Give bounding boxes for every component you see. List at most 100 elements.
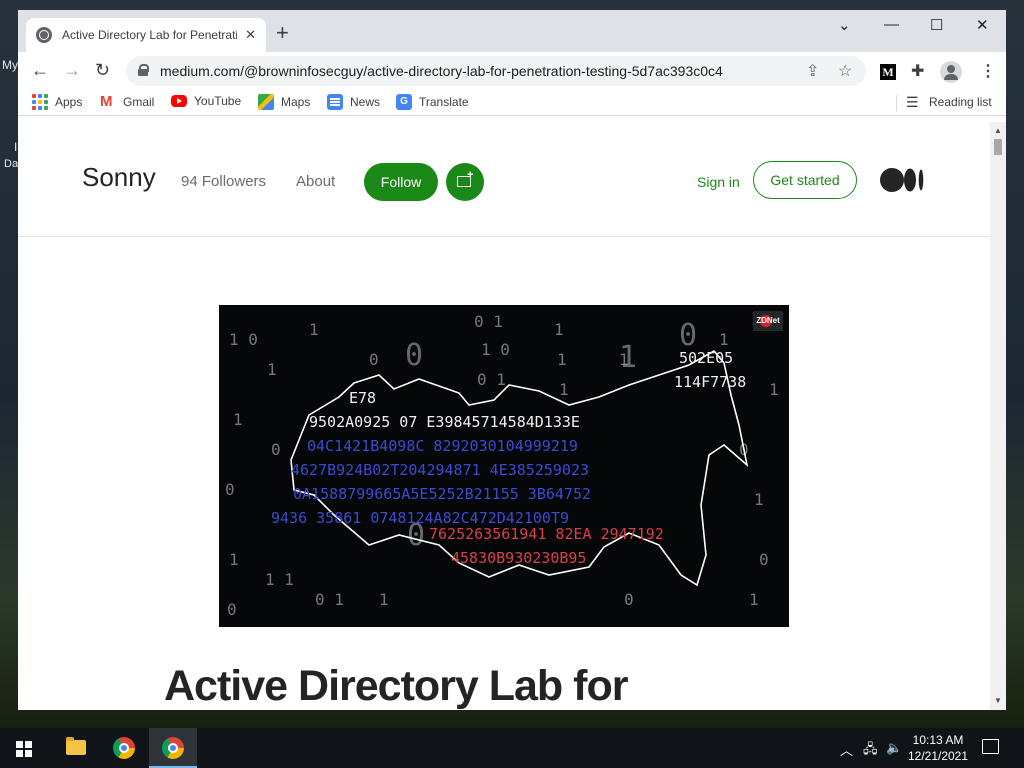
bookmark-translate[interactable]: G Translate xyxy=(396,94,469,110)
bookmark-news[interactable]: News xyxy=(327,94,380,110)
chrome-icon xyxy=(162,737,184,759)
page-scrollbar[interactable]: ▲ ▼ xyxy=(990,122,1006,710)
bookmark-label: YouTube xyxy=(194,94,242,108)
bookmarks-bar: Apps M Gmail YouTube Maps News G Transla… xyxy=(18,90,1006,116)
svg-text:9502A0925 07 E39845714584D13: 9502A0925 07 E39845714584D133E xyxy=(309,413,580,431)
desktop-icon-label[interactable]: I xyxy=(14,140,17,154)
windows-taskbar: ︿ 🖧 🔈 10:13 AM 12/21/2021 xyxy=(0,728,1024,768)
folder-icon xyxy=(66,737,86,755)
scroll-up-icon[interactable]: ▲ xyxy=(994,126,1002,135)
medium-logo-icon[interactable] xyxy=(880,168,926,192)
svg-text:1: 1 xyxy=(233,410,243,429)
chevron-up-icon[interactable]: ︿ xyxy=(840,740,853,759)
reload-button[interactable]: ↻ xyxy=(95,60,110,80)
volume-icon[interactable]: 🔈 xyxy=(886,740,902,756)
tab-strip: Active Directory Lab for Penetration Tes… xyxy=(18,10,1006,52)
svg-text:1: 1 xyxy=(267,360,277,379)
notification-icon[interactable] xyxy=(982,739,999,754)
bookmark-label: Gmail xyxy=(123,95,155,109)
chrome-active-taskbar-button[interactable] xyxy=(149,728,197,768)
clock-time: 10:13 AM xyxy=(912,733,964,747)
svg-text:0: 0 xyxy=(405,338,423,373)
close-tab-icon[interactable]: ✕ xyxy=(245,27,256,43)
bookmarks-divider xyxy=(896,95,897,111)
svg-text:4627B924B02T204294871 4E385259: 4627B924B02T204294871 4E385259023 xyxy=(291,461,589,479)
translate-icon: G xyxy=(396,94,412,110)
close-window-button[interactable]: ✕ xyxy=(976,16,989,34)
clock-date: 12/21/2021 xyxy=(907,749,969,763)
svg-text:E78: E78 xyxy=(349,389,376,407)
bookmark-youtube[interactable]: YouTube xyxy=(171,94,241,108)
lock-icon[interactable] xyxy=(138,64,149,76)
scroll-thumb[interactable] xyxy=(994,139,1002,155)
tab-title: Active Directory Lab for Penetration Tes… xyxy=(62,28,237,42)
article-title: Active Directory Lab for xyxy=(164,662,628,710)
article-hero-image: 1 010 10 101 1 10 1 01 0 11 00 1 111 10 … xyxy=(219,305,789,627)
bookmark-maps[interactable]: Maps xyxy=(258,94,310,110)
svg-text:45830B930230B95: 45830B930230B95 xyxy=(451,549,586,567)
medium-header: Sonny 94 Followers About Follow Sign in … xyxy=(18,122,990,237)
svg-text:1: 1 xyxy=(554,320,564,339)
new-tab-button[interactable]: + xyxy=(276,22,289,44)
binary-map-illustration: 1 010 10 101 1 10 1 01 0 11 00 1 111 10 … xyxy=(225,312,779,619)
email-subscribe-button[interactable] xyxy=(446,163,484,201)
medium-extension-icon[interactable]: M xyxy=(880,64,896,80)
kebab-menu-icon[interactable]: ⋮ xyxy=(980,61,996,81)
svg-text:1: 1 xyxy=(749,590,759,609)
windows-start-icon[interactable] xyxy=(16,741,32,757)
svg-text:7625263561941 82EA 2947192: 7625263561941 82EA 2947192 xyxy=(429,525,664,543)
youtube-icon xyxy=(171,95,187,107)
scroll-down-icon[interactable]: ▼ xyxy=(994,696,1002,705)
followers-count[interactable]: 94 Followers xyxy=(181,173,266,190)
network-icon[interactable]: 🖧 xyxy=(863,740,878,762)
sign-in-link[interactable]: Sign in xyxy=(697,174,740,190)
svg-text:0 1: 0 1 xyxy=(315,590,344,609)
svg-text:1: 1 xyxy=(309,320,319,339)
profile-avatar-icon[interactable] xyxy=(940,61,962,83)
back-button[interactable]: ← xyxy=(31,60,49,80)
svg-text:0 1: 0 1 xyxy=(477,370,506,389)
desktop-icon-label[interactable]: My xyxy=(2,58,18,72)
svg-text:0: 0 xyxy=(759,550,769,569)
chrome-taskbar-button[interactable] xyxy=(100,728,148,768)
browser-window: Active Directory Lab for Penetration Tes… xyxy=(18,10,1006,710)
bookmark-label: Apps xyxy=(55,95,83,109)
share-icon[interactable]: ⇪ xyxy=(806,61,819,81)
reading-list-button[interactable]: ☰ Reading list xyxy=(906,94,992,110)
file-explorer-button[interactable] xyxy=(52,728,100,768)
author-name[interactable]: Sonny xyxy=(82,162,156,193)
bookmark-star-icon[interactable]: ☆ xyxy=(838,61,852,81)
svg-text:1: 1 xyxy=(229,550,239,569)
svg-text:0: 0 xyxy=(679,318,697,353)
svg-text:1: 1 xyxy=(379,590,389,609)
svg-text:1: 1 xyxy=(557,350,567,369)
svg-text:0: 0 xyxy=(271,440,281,459)
svg-text:04C1421B4098C 829203010499921: 04C1421B4098C 8292030104999219 xyxy=(307,437,578,455)
svg-text:1: 1 xyxy=(769,380,779,399)
svg-text:0: 0 xyxy=(624,590,634,609)
zdnet-logo: ZDNet xyxy=(753,311,783,331)
browser-tab[interactable]: Active Directory Lab for Penetration Tes… xyxy=(26,18,266,52)
maps-icon xyxy=(258,94,274,110)
svg-text:0: 0 xyxy=(369,350,379,369)
svg-text:0: 0 xyxy=(225,480,235,499)
svg-text:1: 1 xyxy=(754,490,764,509)
get-started-button[interactable]: Get started xyxy=(753,161,857,199)
globe-icon xyxy=(36,27,52,43)
follow-button[interactable]: Follow xyxy=(364,163,438,201)
svg-text:114F7738: 114F7738 xyxy=(674,373,746,391)
bookmark-apps[interactable]: Apps xyxy=(32,94,82,110)
forward-button[interactable]: → xyxy=(63,60,81,80)
url-text[interactable]: medium.com/@browninfosecguy/active-direc… xyxy=(160,63,723,79)
news-icon xyxy=(327,94,343,110)
tab-search-icon[interactable]: ⌄ xyxy=(838,16,851,34)
extensions-puzzle-icon[interactable]: ✚ xyxy=(911,61,924,81)
bookmark-gmail[interactable]: M Gmail xyxy=(100,94,154,110)
about-link[interactable]: About xyxy=(296,173,335,190)
desktop-icon-label[interactable]: Da xyxy=(4,158,18,170)
system-clock[interactable]: 10:13 AM 12/21/2021 xyxy=(906,732,970,764)
maximize-button[interactable]: ☐ xyxy=(930,16,943,34)
minimize-button[interactable]: — xyxy=(884,16,899,33)
browser-toolbar: ← → ↻ medium.com/@browninfosecguy/active… xyxy=(18,52,1006,90)
address-bar[interactable]: medium.com/@browninfosecguy/active-direc… xyxy=(126,56,866,86)
